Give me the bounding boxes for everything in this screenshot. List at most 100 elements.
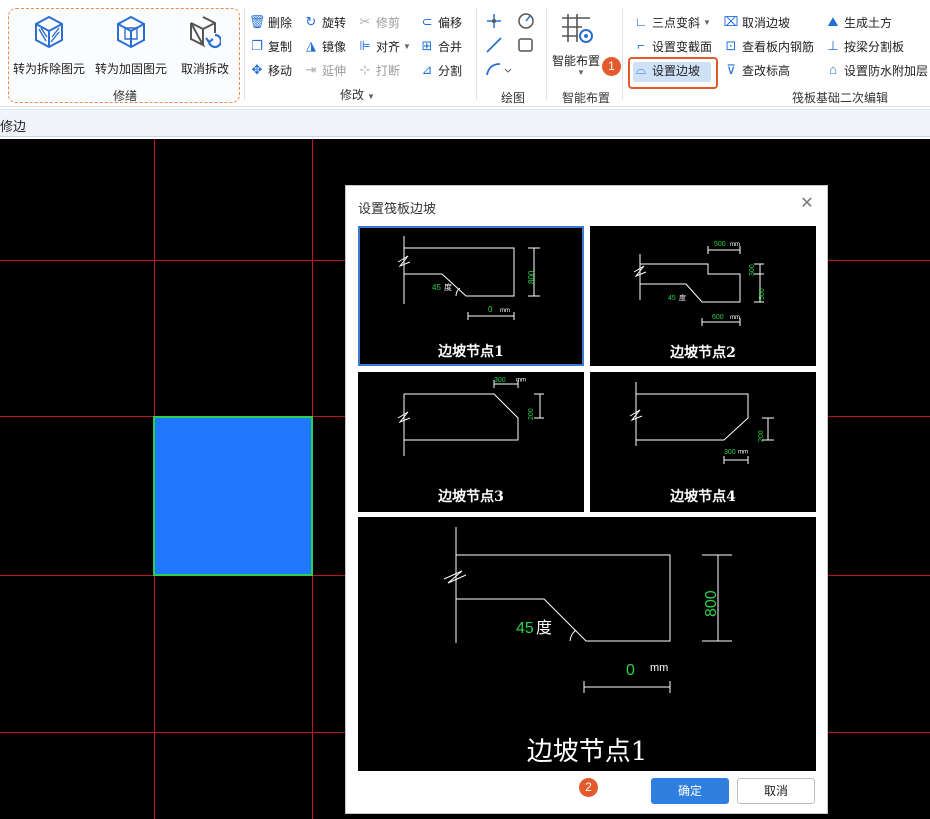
- waterproof-layer-label: 设置防水附加层: [844, 63, 929, 78]
- split-icon: ⊿: [421, 62, 433, 77]
- draw-group-title: 绘图: [501, 91, 526, 105]
- cancel-slope-icon: ⌧: [723, 14, 739, 29]
- slope-node-4-bottom: 300: [724, 449, 736, 456]
- command-bar: 修边: [0, 109, 930, 137]
- separator: [546, 8, 547, 100]
- variable-section-button[interactable]: ⌐ 设置变截面: [634, 36, 712, 56]
- edit-elevation-icon: ⊽: [726, 62, 736, 77]
- three-point-slope-icon: ∟: [634, 14, 648, 29]
- split-by-beam-button[interactable]: ⊥ 按梁分割板: [826, 36, 904, 56]
- smart-layout-group-title: 智能布置: [562, 91, 611, 105]
- cancel-slope-label: 取消边坡: [742, 15, 791, 30]
- rectangle-icon[interactable]: [518, 38, 533, 52]
- raft-slab[interactable]: [153, 416, 313, 576]
- slope-node-2-height1: 300: [749, 264, 756, 276]
- slope-node-3-option[interactable]: 300 mm 200 边坡节点3: [358, 372, 584, 512]
- slope-node-1-height: 800: [527, 270, 536, 284]
- edit-elevation-button[interactable]: ⊽ 查改标高: [724, 60, 790, 80]
- split-label: 分割: [438, 63, 463, 78]
- offset-button[interactable]: ⊂ 偏移: [420, 12, 462, 32]
- merge-button[interactable]: ⊞ 合并: [420, 36, 462, 56]
- edit-elevation-label: 查改标高: [742, 63, 791, 78]
- view-rebar-label: 查看板内钢筋: [742, 39, 815, 54]
- trim-button[interactable]: ✂ 修剪: [358, 12, 400, 32]
- point-icon[interactable]: [487, 14, 501, 28]
- move-button[interactable]: ✥ 移动: [250, 60, 292, 80]
- separator: [244, 8, 245, 100]
- slope-node-2-angle: 45: [668, 295, 676, 302]
- slope-node-3-caption: 边坡节点3: [438, 489, 504, 505]
- delete-label: 删除: [268, 15, 293, 30]
- waterproof-layer-button[interactable]: ⌂ 设置防水附加层: [826, 60, 928, 80]
- extend-button[interactable]: ⇥ 延伸: [304, 60, 346, 80]
- set-side-slope-button-content[interactable]: ⌓ 设置边坡: [634, 60, 700, 80]
- separator: [622, 8, 623, 100]
- close-icon[interactable]: ✕: [799, 196, 815, 212]
- merge-label: 合并: [438, 39, 463, 54]
- modify-group-label: 修改: [340, 88, 365, 102]
- align-label: 对齐: [376, 39, 401, 54]
- copy-icon: ❐: [251, 38, 263, 53]
- convert-to-demolish-label: 转为拆除图元: [12, 62, 85, 76]
- set-raft-slope-dialog: 设置筏板边坡 ✕ 45 度 0 mm 800 边坡节点1 500 mm 45 度…: [345, 185, 828, 814]
- split-button[interactable]: ⊿ 分割: [420, 60, 462, 80]
- modify-group-title[interactable]: 修改 ▼: [340, 86, 375, 103]
- rotate-icon: ↻: [305, 14, 317, 29]
- rotate-button[interactable]: ↻ 旋转: [304, 12, 346, 32]
- cancel-slope-button[interactable]: ⌧ 取消边坡: [723, 12, 791, 32]
- extend-icon: ⇥: [305, 62, 317, 77]
- slope-node-4-height: 200: [758, 430, 765, 442]
- slope-node-1-option[interactable]: 45 度 0 mm 800 边坡节点1: [358, 226, 584, 366]
- mirror-button[interactable]: ◮ 镜像: [304, 36, 346, 56]
- line-icon[interactable]: [486, 37, 502, 53]
- delete-button[interactable]: 🗑 删除: [249, 12, 293, 32]
- rotate-label: 旋转: [322, 15, 347, 30]
- mirror-label: 镜像: [322, 39, 347, 54]
- cube-undo-icon: [190, 16, 221, 49]
- trim-icon: ✂: [359, 14, 371, 29]
- convert-to-demolish-button[interactable]: 转为拆除图元: [11, 15, 87, 76]
- split-by-beam-label: 按梁分割板: [844, 39, 905, 54]
- set-side-slope-icon: ⌓: [635, 62, 647, 77]
- three-point-slope-button[interactable]: ∟ 三点变斜 ▼: [634, 12, 711, 32]
- slope-node-3-top: 300: [494, 377, 506, 384]
- cancel-alteration-button[interactable]: 取消拆改: [167, 15, 243, 76]
- chevron-down-icon: ▼: [577, 68, 585, 77]
- slope-node-1-width: 0: [488, 305, 493, 314]
- slope-preview-angle: 45: [516, 620, 534, 637]
- slope-preview-height: 800: [703, 590, 720, 617]
- slope-node-1-caption: 边坡节点1: [438, 344, 504, 360]
- arc-center-icon[interactable]: [518, 13, 534, 29]
- break-icon: ⊹: [359, 62, 371, 77]
- smart-layout-button[interactable]: 智能布置 ▼: [550, 10, 606, 82]
- arc-icon[interactable]: [486, 63, 512, 76]
- slope-preview-unit: mm: [650, 662, 668, 674]
- cancel-button[interactable]: 取消: [737, 778, 815, 804]
- repair-group: 转为拆除图元 转为加固图元 取消拆改 修缮: [8, 8, 240, 103]
- convert-to-reinforce-button[interactable]: 转为加固图元: [93, 15, 169, 76]
- chevron-down-icon: ▼: [403, 41, 411, 51]
- slope-node-2-caption: 边坡节点2: [670, 345, 736, 361]
- align-button[interactable]: ⊫ 对齐 ▼: [358, 36, 411, 56]
- ok-button[interactable]: 确定: [651, 778, 729, 804]
- earthwork-button[interactable]: ⛰ 生成土方: [826, 12, 892, 32]
- slope-node-2-angle-unit: 度: [679, 293, 686, 302]
- smart-layout-label: 智能布置: [552, 54, 601, 68]
- break-button[interactable]: ⊹ 打断: [358, 60, 400, 80]
- copy-button[interactable]: ❐ 复制: [250, 36, 292, 56]
- slope-node-2-top-unit: mm: [730, 242, 740, 248]
- raft-group-title: 筏板基础二次编辑: [792, 91, 889, 105]
- slope-preview-diagram: 45 度 0 mm 800: [443, 527, 732, 693]
- extend-label: 延伸: [322, 63, 347, 78]
- earthwork-icon: ⛰: [827, 14, 839, 29]
- offset-label: 偏移: [438, 15, 463, 30]
- slope-node-2-option[interactable]: 500 mm 45 度 600 mm 300 500 边坡节点2: [590, 226, 816, 366]
- slope-node-4-caption: 边坡节点4: [670, 489, 736, 505]
- slope-node-4-option[interactable]: 300 mm 200 边坡节点4: [590, 372, 816, 512]
- split-by-beam-icon: ⊥: [827, 38, 839, 53]
- slope-node-3-unit: mm: [516, 378, 526, 384]
- view-rebar-button[interactable]: ⊡ 查看板内钢筋: [724, 36, 814, 56]
- ribbon-toolbar: 转为拆除图元 转为加固图元 取消拆改 修缮 🗑 删除 ❐ 复制 ✥ 移动 ↻ 旋…: [0, 0, 930, 107]
- cube-reinforce-icon: [117, 15, 145, 49]
- step-badge-1: 1: [602, 57, 621, 76]
